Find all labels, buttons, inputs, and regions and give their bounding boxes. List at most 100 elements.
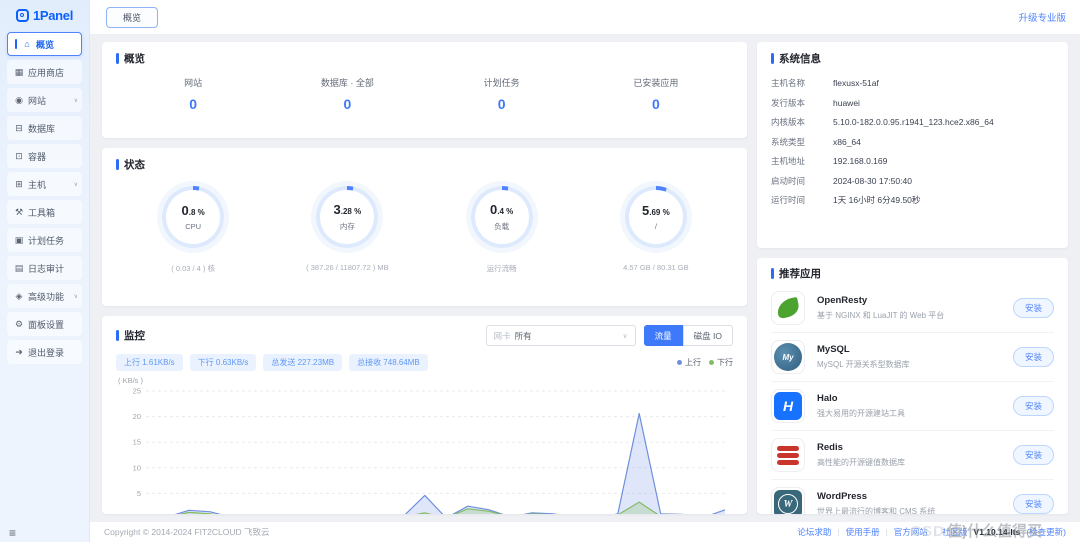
stat-value[interactable]: 0 xyxy=(116,96,270,112)
openresty-logo-icon xyxy=(775,296,801,320)
install-button[interactable]: 安装 xyxy=(1012,396,1054,416)
overview-stats: 网站 0 数据库 · 全部 0 计划任务 0 已安装应用 0 xyxy=(116,76,733,112)
footer-link-2[interactable]: 官方网站 xyxy=(894,526,928,538)
app-texts: WordPress 世界上最流行的博客和 CMS 系统 xyxy=(817,491,935,514)
info-value: 5.10.0-182.0.0.95.r1941_123.hce2.x86_64 xyxy=(833,117,994,127)
schedule-icon: ▣ xyxy=(14,234,24,245)
active-indicator xyxy=(15,39,17,49)
info-value: 192.168.0.169 xyxy=(833,156,888,166)
sidebar-item-toolbox[interactable]: ⚒ 工具箱 xyxy=(7,200,82,224)
footer-separator: | xyxy=(885,527,888,537)
app-description: 高性能的开源键值数据库 xyxy=(817,458,905,467)
system-info-title-text: 系统信息 xyxy=(779,53,821,65)
legend-dot xyxy=(677,360,682,365)
gauge-label: 内存 xyxy=(339,222,355,231)
app-description: 基于 NGINX 和 LuaJIT 的 Web 平台 xyxy=(817,311,945,320)
footer-separator: | xyxy=(933,527,937,537)
sidebar-item-label: 工具箱 xyxy=(28,207,56,218)
app-name: MySQL xyxy=(817,344,850,355)
sidebar-item-label: 日志审计 xyxy=(28,263,65,274)
sidebar-item-label: 应用商店 xyxy=(28,67,65,78)
legend-item[interactable]: 下行 xyxy=(709,357,733,368)
monitor-card-title: 监控 xyxy=(116,328,145,343)
left-column: 概览 网站 0 数据库 · 全部 0 计划任务 0 已安装应用 0 状态 0.8 % CPU( … xyxy=(102,42,747,514)
disk-io-button[interactable]: 磁盘 IO xyxy=(682,325,733,346)
network-card-select[interactable]: 网卡 所有 ∨ xyxy=(485,325,636,346)
collapse-sidebar-button[interactable]: ≡ xyxy=(9,527,16,539)
overview-title-text: 概览 xyxy=(124,53,145,65)
footer-link-3[interactable]: 社区版 xyxy=(942,526,968,538)
traffic-button[interactable]: 流量 xyxy=(643,325,683,346)
sidebar-item-cronjob[interactable]: ▣ 计划任务 xyxy=(7,228,82,252)
overview-stat: 已安装应用 0 xyxy=(579,76,733,112)
footer-link-1[interactable]: 使用手册 xyxy=(846,526,880,538)
sidebar-item-logs[interactable]: ▤ 日志审计 xyxy=(7,256,82,280)
sidebar-item-container[interactable]: ⊡ 容器 xyxy=(7,144,82,168)
svg-text:( KB/s ): ( KB/s ) xyxy=(118,376,144,385)
host-icon: ⊞ xyxy=(15,178,23,189)
stat-value[interactable]: 0 xyxy=(270,96,424,112)
gauge-cell: 5.69 % / 4.57 GB / 80.31 GB xyxy=(579,186,733,274)
app-row-wordpress: W WordPress 世界上最流行的博客和 CMS 系统 安装 xyxy=(771,479,1054,514)
traffic-chart: 0510152025( KB/s ) xyxy=(116,375,733,514)
info-value: huawei xyxy=(833,97,860,108)
redis-logo-icon xyxy=(777,445,799,465)
gauge-label: 负载 xyxy=(494,222,510,231)
topbar: 概览 升级专业版 xyxy=(90,0,1080,34)
system-info-row: 系统类型 x86_64 xyxy=(771,133,1054,153)
sidebar-item-appstore[interactable]: ▦ 应用商店 xyxy=(7,60,82,84)
app-texts: Redis 高性能的开源键值数据库 xyxy=(817,442,905,468)
sidebar: 1Panel ⌂ 概览 ▦ 应用商店 ◉ 网站 ∨ ⊟ 数据库 ⊡ 容器 ⊞ 主机 ∨ ⚒ 工具箱 ▣ 计划任务 ▤… xyxy=(0,0,90,542)
svg-text:25: 25 xyxy=(133,387,141,396)
status-card-title: 状态 xyxy=(116,157,733,172)
install-button[interactable]: 安装 xyxy=(1012,347,1054,367)
sidebar-item-settings[interactable]: ⚙ 面板设置 xyxy=(7,312,82,336)
install-button[interactable]: 安装 xyxy=(1012,494,1054,514)
sidebar-item-website[interactable]: ◉ 网站 ∨ xyxy=(7,88,82,112)
svg-text:15: 15 xyxy=(133,438,141,447)
sidebar-item-label: 概览 xyxy=(36,39,55,50)
sidebar-item-advanced[interactable]: ◈ 高级功能 ∨ xyxy=(7,284,82,308)
legend-dot xyxy=(709,360,714,365)
info-label: 主机名称 xyxy=(771,78,806,88)
info-label: 发行版本 xyxy=(771,97,806,108)
apps-card-title: 推荐应用 xyxy=(771,266,1054,281)
sidebar-item-label: 容器 xyxy=(28,151,47,162)
tab-overview[interactable]: 概览 xyxy=(106,6,158,28)
install-button[interactable]: 安装 xyxy=(1012,298,1054,318)
upgrade-pro-link[interactable]: 升级专业版 xyxy=(1018,10,1066,24)
app-description: 强大易用的开源建站工具 xyxy=(817,409,905,418)
system-info-card: 系统信息 主机名称 flexusx-51af 发行版本 huawei 内核版本 5.10.… xyxy=(757,42,1068,248)
legend-item[interactable]: 上行 xyxy=(677,357,701,368)
monitor-mode-group: 流量 磁盘 IO xyxy=(643,325,733,346)
system-info-rows: 主机名称 flexusx-51af 发行版本 huawei 内核版本 5.10.0-182… xyxy=(771,74,1054,211)
stat-value[interactable]: 0 xyxy=(425,96,579,112)
system-info-row: 主机地址 192.168.0.169 xyxy=(771,152,1054,172)
app-logo[interactable]: 1Panel xyxy=(0,0,89,30)
monitor-tag: 总发送 227.23MB xyxy=(263,354,343,371)
info-label: 内核版本 xyxy=(771,117,806,127)
svg-text:20: 20 xyxy=(133,412,141,421)
gauge-frac: .8 % xyxy=(188,208,205,217)
sidebar-item-logout[interactable]: ➜ 退出登录 xyxy=(7,340,82,364)
sidebar-item-label: 计划任务 xyxy=(28,235,65,246)
title-bar-icon xyxy=(771,53,774,64)
gauge-cell: 0.4 % 负载 运行流畅 xyxy=(425,186,579,274)
gauge-sub-text: 运行流畅 xyxy=(486,264,517,273)
gauge-int: 3 xyxy=(333,202,341,217)
sidebar-item-label: 主机 xyxy=(28,179,47,190)
logout-icon: ➜ xyxy=(15,346,23,357)
install-button[interactable]: 安装 xyxy=(1012,445,1054,465)
check-update-link[interactable]: (检查更新) xyxy=(1026,526,1066,538)
stat-label: 已安装应用 xyxy=(633,78,679,88)
stat-value[interactable]: 0 xyxy=(579,96,733,112)
footer-link-0[interactable]: 论坛求助 xyxy=(797,526,831,538)
stat-label: 网站 xyxy=(184,78,203,88)
status-title-text: 状态 xyxy=(124,159,145,171)
sidebar-item-database[interactable]: ⊟ 数据库 xyxy=(7,116,82,140)
sidebar-item-host[interactable]: ⊞ 主机 ∨ xyxy=(7,172,82,196)
monitor-card: 监控 网卡 所有 ∨ 流量 磁盘 IO 上行 1.61KB/s 下行 0.63KB… xyxy=(102,316,747,514)
sidebar-item-overview[interactable]: ⌂ 概览 xyxy=(7,32,82,56)
recommended-apps-card: 推荐应用 OpenResty 基于 NGINX 和 LuaJIT 的 Web 平台… xyxy=(757,258,1068,514)
log-icon: ▤ xyxy=(14,262,24,273)
